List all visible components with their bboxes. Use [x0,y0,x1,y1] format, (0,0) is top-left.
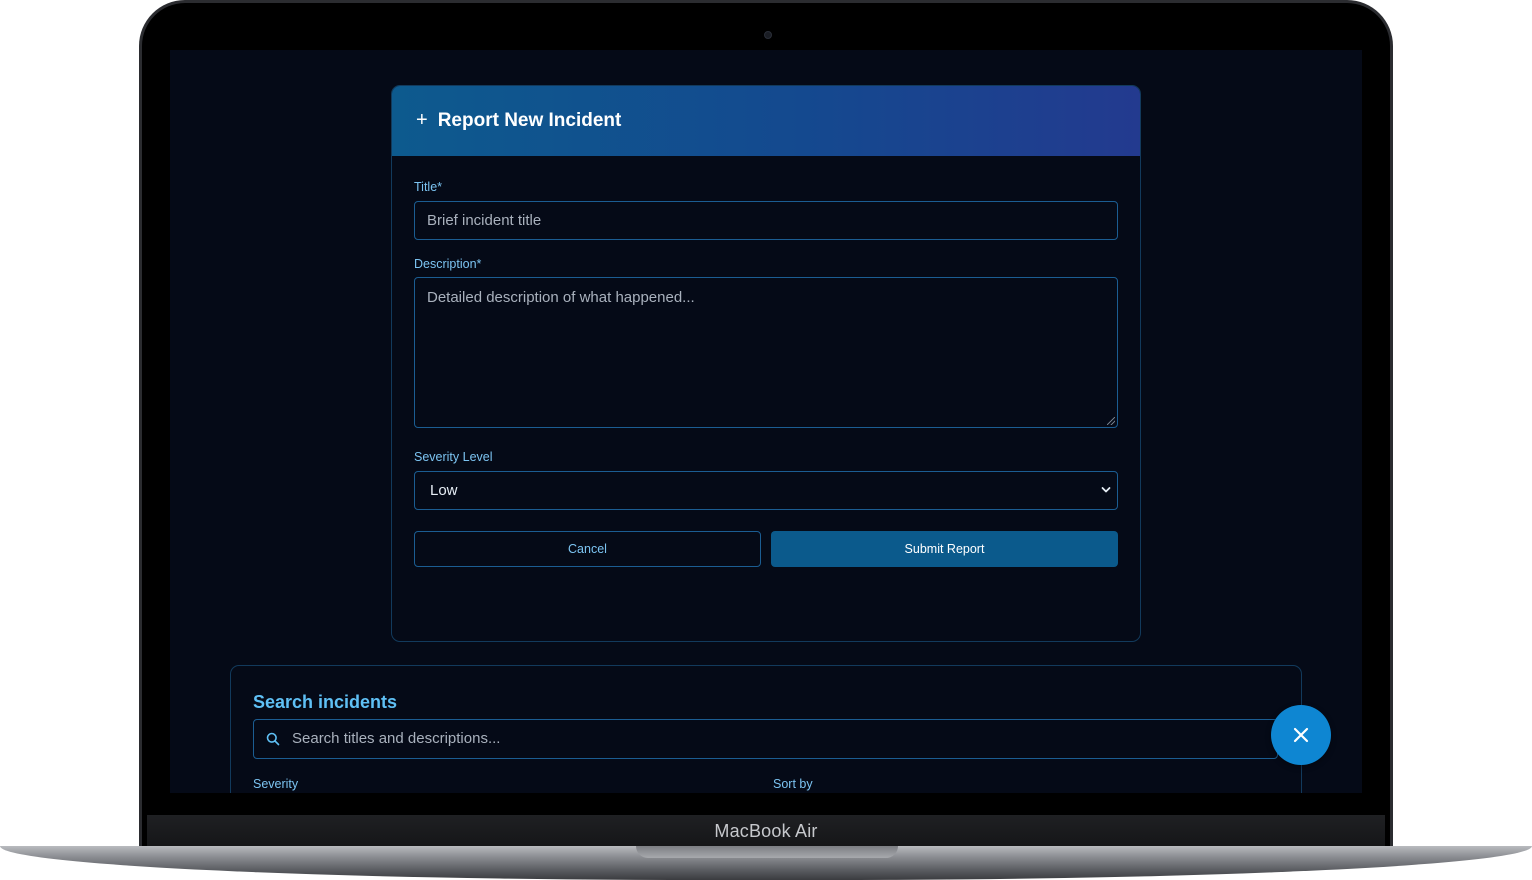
search-panel-title: Search incidents [253,692,398,712]
plus-icon: + [416,109,428,131]
laptop-chin: MacBook Air [147,815,1385,849]
camera-icon [764,31,772,39]
resize-handle-icon[interactable] [1107,417,1115,425]
search-icon [266,732,280,746]
app-screen: + Report New Incident Title* Brief incid… [170,50,1362,793]
form-header: + Report New Incident [392,86,1140,156]
severity-filter-label: Severity [253,777,299,791]
cancel-button[interactable]: Cancel [414,531,761,567]
title-placeholder: Brief incident title [427,212,542,229]
description-textarea[interactable]: Detailed description of what happened... [414,277,1118,428]
device-model-label: MacBook Air [714,821,818,841]
severity-select[interactable]: Low [414,471,1118,510]
sort-by-label: Sort by [773,777,813,791]
description-label: Description* [414,257,482,271]
severity-level-label: Severity Level [414,450,493,464]
laptop-hinge-notch [636,846,898,858]
submit-report-button[interactable]: Submit Report [771,531,1118,567]
report-incident-form: + Report New Incident Title* Brief incid… [391,85,1141,642]
form-title: Report New Incident [437,110,622,131]
severity-selected-value: Low [430,482,458,499]
description-placeholder: Detailed description of what happened... [427,289,695,306]
search-placeholder: Search titles and descriptions... [292,730,501,747]
title-label: Title* [414,180,443,194]
close-icon [1293,727,1309,743]
search-incidents-panel: Search incidents Search titles and descr… [230,665,1302,793]
title-input[interactable]: Brief incident title [414,201,1118,240]
chevron-down-icon [1101,487,1111,493]
search-input[interactable]: Search titles and descriptions... [253,719,1278,759]
close-fab-button[interactable] [1271,705,1331,765]
